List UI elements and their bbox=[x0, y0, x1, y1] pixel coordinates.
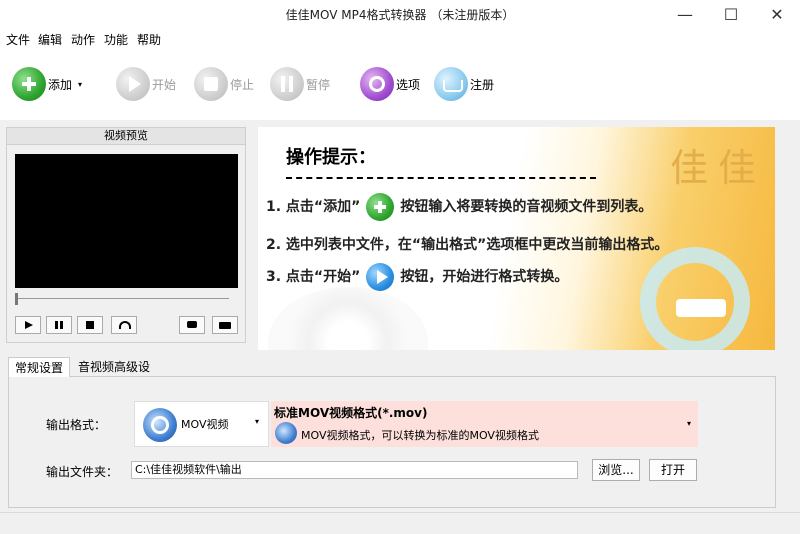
start-label: 开始 bbox=[152, 77, 177, 92]
close-button[interactable]: ✕ bbox=[754, 0, 800, 30]
tips-title: 操作提示： bbox=[286, 147, 376, 168]
tip-line-1-post: 按钮输入将要转换的音视频文件到列表。 bbox=[400, 199, 653, 215]
open-folder-button[interactable]: 打开 bbox=[649, 459, 697, 481]
general-settings-panel: 输出格式： MOV视频 ▾ 标准MOV视频格式(*.mov) MOV视频格式，可… bbox=[8, 376, 776, 508]
output-format-label: 输出格式： bbox=[46, 418, 107, 432]
quicktime-icon bbox=[143, 408, 177, 442]
brand-watermark: 佳佳 bbox=[670, 146, 767, 190]
play-icon bbox=[116, 67, 150, 101]
output-folder-label: 输出文件夹： bbox=[46, 465, 119, 479]
seek-bar[interactable] bbox=[17, 298, 229, 299]
preview-play-button[interactable] bbox=[15, 316, 41, 334]
format-profile-title: 标准MOV视频格式(*.mov) bbox=[274, 406, 428, 420]
tips-divider bbox=[286, 177, 596, 179]
film-reel-decoration bbox=[268, 287, 428, 350]
tip-line-3-pre: 3. 点击“开始” bbox=[266, 269, 361, 285]
tip-line-1-pre: 1. 点击“添加” bbox=[266, 199, 361, 215]
format-select[interactable]: MOV视频 ▾ bbox=[134, 401, 269, 447]
format-profile-description: MOV视频格式，可以转换为标准的MOV视频格式 bbox=[301, 429, 539, 442]
add-label: 添加 bbox=[48, 77, 73, 92]
gear-icon bbox=[360, 67, 394, 101]
stop-button[interactable]: 停止 bbox=[194, 64, 254, 104]
add-icon bbox=[12, 67, 46, 101]
minimize-button[interactable]: — bbox=[662, 0, 708, 30]
snapshot-button[interactable] bbox=[179, 316, 205, 334]
preview-title: 视频预览 bbox=[7, 128, 245, 145]
register-label: 注册 bbox=[470, 77, 495, 92]
pause-label: 暂停 bbox=[306, 77, 331, 92]
chevron-down-icon: ▾ bbox=[255, 417, 260, 426]
play-icon bbox=[366, 263, 395, 291]
open-snapshot-folder-button[interactable] bbox=[212, 316, 238, 334]
preview-stop-button[interactable] bbox=[77, 316, 103, 334]
menu-file[interactable]: 文件 bbox=[6, 30, 30, 50]
tab-general-settings[interactable]: 常规设置 bbox=[8, 357, 70, 377]
maximize-button[interactable]: ☐ bbox=[708, 0, 754, 30]
stop-icon bbox=[194, 67, 228, 101]
stop-label: 停止 bbox=[230, 77, 255, 92]
menu-action[interactable]: 动作 bbox=[71, 30, 95, 50]
menu-edit[interactable]: 编辑 bbox=[38, 30, 62, 50]
video-preview-panel: 视频预览 bbox=[6, 127, 246, 343]
tip-line-3-post: 按钮，开始进行格式转换。 bbox=[400, 269, 569, 285]
logo-bar-decoration bbox=[676, 299, 726, 317]
format-profile-select[interactable]: 标准MOV视频格式(*.mov) MOV视频格式，可以转换为标准的MOV视频格式… bbox=[271, 401, 698, 447]
format-name: MOV视频 bbox=[181, 418, 229, 431]
status-bar bbox=[0, 512, 800, 534]
menu-help[interactable]: 帮助 bbox=[137, 30, 161, 50]
add-dropdown-icon[interactable]: ▾ bbox=[78, 80, 82, 89]
menu-bar: 文件 编辑 动作 功能 帮助 bbox=[0, 30, 800, 50]
add-button[interactable]: 添加 ▾ bbox=[12, 64, 82, 104]
output-folder-input[interactable]: C:\佳佳视频软件\输出 bbox=[131, 461, 578, 479]
basket-icon bbox=[434, 67, 468, 101]
browse-button[interactable]: 浏览... bbox=[592, 459, 640, 481]
chevron-down-icon: ▾ bbox=[687, 419, 692, 428]
tip-line-1: 1. 点击“添加” 按钮输入将要转换的音视频文件到列表。 bbox=[266, 193, 652, 221]
preview-pause-button[interactable] bbox=[46, 316, 72, 334]
tip-line-2: 2. 选中列表中文件，在“输出格式”选项框中更改当前输出格式。 bbox=[266, 237, 669, 253]
tab-advanced-settings[interactable]: 音视频高级设置 bbox=[72, 357, 167, 394]
tips-banner: 佳佳 操作提示： 1. 点击“添加” 按钮输入将要转换的音视频文件到列表。 2. … bbox=[258, 127, 775, 350]
menu-function[interactable]: 功能 bbox=[104, 30, 128, 50]
seek-thumb[interactable] bbox=[15, 293, 18, 305]
toolbar: 添加 ▾ 开始 停止 暂停 选项 注册 bbox=[0, 50, 800, 120]
start-button[interactable]: 开始 bbox=[116, 64, 176, 104]
pause-icon bbox=[270, 67, 304, 101]
add-icon bbox=[366, 193, 395, 221]
preview-loop-button[interactable] bbox=[111, 316, 137, 334]
quicktime-icon bbox=[275, 422, 297, 444]
title-bar: 佳佳MOV MP4格式转换器 （未注册版本） — ☐ ✕ bbox=[0, 0, 800, 30]
tip-line-3: 3. 点击“开始” 按钮，开始进行格式转换。 bbox=[266, 263, 568, 291]
options-button[interactable]: 选项 bbox=[360, 64, 420, 104]
pause-button[interactable]: 暂停 bbox=[270, 64, 330, 104]
options-label: 选项 bbox=[396, 77, 421, 92]
register-button[interactable]: 注册 bbox=[434, 64, 494, 104]
video-screen bbox=[15, 154, 238, 288]
